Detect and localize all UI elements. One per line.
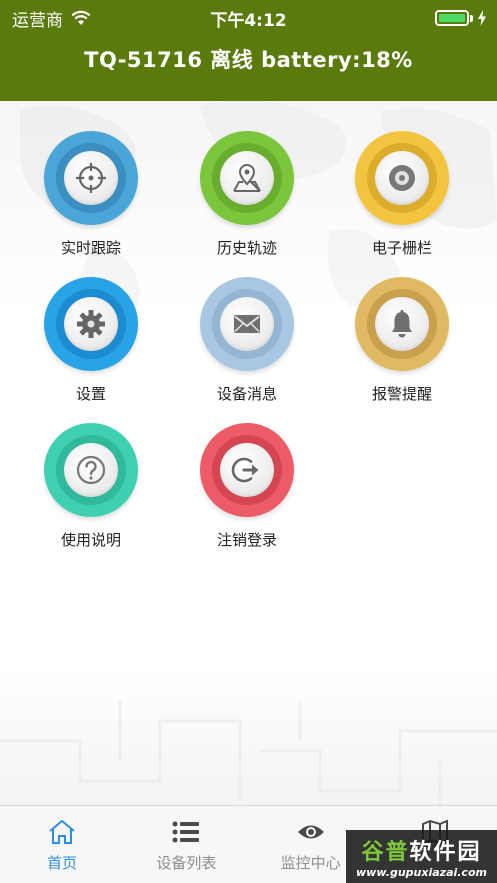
- tile-label: 注销登录: [216, 531, 277, 549]
- tile-label: 历史轨迹: [216, 239, 277, 257]
- tile-label: 使用说明: [60, 531, 121, 549]
- tile-label: 报警提醒: [371, 385, 432, 403]
- envelope-icon: [234, 315, 260, 333]
- disc-icon: [389, 165, 415, 191]
- watermark-text-a: 谷普: [361, 840, 410, 865]
- watermark-text-b: 软件园: [409, 840, 482, 865]
- logout-icon: [231, 457, 259, 483]
- watermark-url: www.gupuxiazai.com: [356, 866, 487, 879]
- list-icon: [172, 821, 200, 843]
- main-content: 实时跟踪 历史轨迹 电子栅栏 设置 设备消息 报警提醒 使用说明 注销登录: [0, 101, 497, 805]
- status-time: 下午4:12: [210, 10, 287, 31]
- tile-label: 电子栅栏: [371, 239, 432, 257]
- eye-icon: [297, 825, 324, 839]
- tile-label: 实时跟踪: [60, 239, 121, 257]
- page-title: TQ-51716 离线 battery:18%: [84, 48, 413, 72]
- tab-home[interactable]: 首页: [0, 806, 124, 883]
- tile-label: 设置: [75, 385, 106, 403]
- device-messages-button[interactable]: 设备消息: [172, 277, 322, 417]
- tile-label: 设备消息: [216, 385, 277, 403]
- wifi-icon: [71, 10, 91, 25]
- logout-button[interactable]: 注销登录: [172, 423, 322, 563]
- home-icon: [49, 820, 75, 844]
- geofence-button[interactable]: 电子栅栏: [327, 131, 477, 271]
- crosshair-icon: [76, 163, 106, 193]
- map-pin-icon: [233, 163, 261, 192]
- carrier-label: 运营商: [12, 10, 63, 31]
- battery-indicator: [435, 10, 487, 26]
- watermark-logo: 谷普软件园 www.gupuxiazai.com: [346, 830, 497, 883]
- header-bar: 运营商 下午4:12 TQ-51716 离线 battery:18%: [0, 0, 497, 101]
- charging-bolt-icon: [478, 10, 486, 26]
- tab-label: 首页: [47, 854, 78, 872]
- gear-icon: [77, 310, 105, 338]
- question-icon: [76, 455, 106, 485]
- history-track-button[interactable]: 历史轨迹: [172, 131, 322, 271]
- tab-device-list[interactable]: 设备列表: [124, 806, 248, 883]
- tab-label: 设备列表: [156, 854, 217, 872]
- status-bar: 运营商 下午4:12: [0, 0, 497, 36]
- realtime-tracking-button[interactable]: 实时跟踪: [16, 131, 166, 271]
- user-guide-button[interactable]: 使用说明: [16, 423, 166, 563]
- settings-button[interactable]: 设置: [16, 277, 166, 417]
- bell-icon: [392, 309, 412, 338]
- alarm-reminder-button[interactable]: 报警提醒: [327, 277, 477, 417]
- tab-label: 监控中心: [280, 854, 341, 872]
